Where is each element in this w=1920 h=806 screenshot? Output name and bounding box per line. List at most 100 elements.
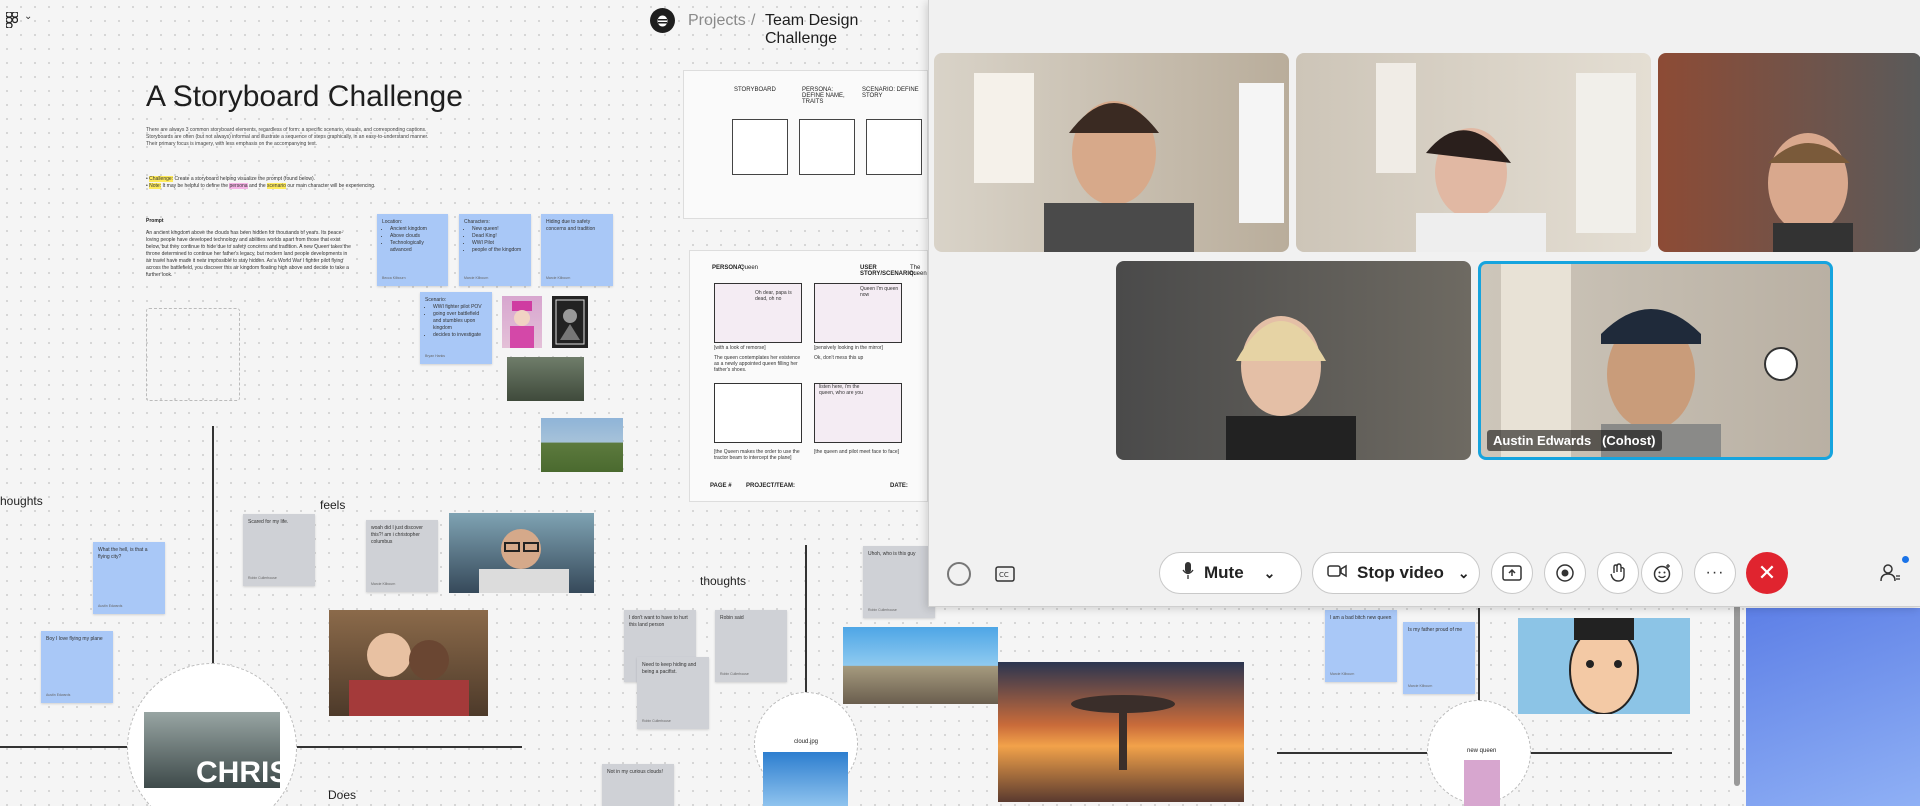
blue-frame[interactable] [1746, 608, 1920, 806]
sticky-characters[interactable]: Characters: New queen! Dead King! WWI Pi… [459, 214, 531, 286]
sticky-author: Marcie Kilbourn [1330, 672, 1355, 676]
prompt-text: An ancient kingdom above the clouds has … [146, 230, 351, 278]
sticky-author: Marcie Kilbourn [371, 582, 396, 586]
sticky-robin[interactable]: Robin said Robin Cullerhouse [715, 610, 787, 682]
sticky-item: Above clouds [390, 233, 443, 240]
canvas-scrollbar[interactable] [1734, 600, 1740, 786]
image-placeholder[interactable] [146, 308, 240, 401]
pilot-plane-photo[interactable] [507, 357, 584, 401]
queen-photo[interactable] [502, 296, 542, 348]
participant-tile-active-speaker[interactable]: Austin Edwards (Cohost) [1478, 261, 1833, 460]
participants-button[interactable] [1869, 552, 1911, 594]
more-options-button[interactable]: ··· [1694, 552, 1736, 594]
pier-photo[interactable] [843, 627, 998, 704]
storyboard-frame: Queen I'm queen now [814, 283, 902, 343]
chris-photo[interactable]: CHRIS [144, 712, 280, 788]
scared-couple-photo[interactable] [329, 610, 488, 716]
microphone-icon [1182, 561, 1194, 585]
raise-hand-button[interactable] [1597, 552, 1639, 594]
sticky-discover[interactable]: woah did I just discover this?! am i chr… [366, 520, 438, 592]
captions-icon[interactable]: CC [991, 560, 1019, 588]
sticky-item: people of the kingdom [472, 247, 526, 254]
note-label: Note: [149, 183, 162, 189]
figma-logo-icon[interactable] [5, 11, 19, 29]
sticky-flying-city[interactable]: What the hell, is that a flying city? Au… [93, 542, 165, 614]
sticky-item: Technologically advanced [390, 240, 443, 254]
cloud-city-photo[interactable] [998, 662, 1244, 802]
persona-value: Queen [740, 265, 759, 271]
chris-label: CHRIS [196, 756, 280, 788]
sticky-title: Location: [382, 219, 403, 225]
sticky-text: Hiding due to safety concerns and tradit… [546, 219, 596, 232]
frame-caption: The queen contemplates her existence as … [714, 355, 801, 373]
sticky-author: Austin Edwards [46, 693, 71, 697]
date-label: DATE: [890, 483, 908, 489]
sticky-author: Marcie Kilbourn [546, 276, 571, 280]
chevron-down-icon[interactable]: ⌄ [1458, 565, 1470, 582]
participant-tile[interactable] [934, 53, 1289, 252]
participant-tile[interactable] [1296, 53, 1651, 252]
page-label: PAGE # [710, 483, 732, 489]
storyboard-frame: listen here, i'm the queen, who are you [814, 383, 902, 443]
mute-button[interactable]: Mute ⌄ [1159, 552, 1302, 594]
sticky-love-plane[interactable]: Boy I love flying my plane Austin Edward… [41, 631, 113, 703]
sticky-author: Robin Cullerhouse [868, 608, 897, 612]
chevron-down-icon[interactable]: ⌄ [24, 11, 32, 22]
notification-dot [1902, 556, 1909, 563]
participants-icon [1880, 564, 1900, 582]
prompt-heading: Prompt [146, 218, 164, 224]
glasses-man-photo[interactable] [449, 513, 594, 593]
project-label: PROJECT/TEAM: [746, 483, 796, 489]
soldiers-field-photo[interactable] [541, 418, 623, 472]
frame-caption: [pensively looking in the mirror] [814, 345, 883, 351]
cloud-photo[interactable] [763, 752, 848, 806]
note-text-1: It may be helpful to define the [162, 183, 229, 189]
leave-call-button[interactable]: ✕ [1746, 552, 1788, 594]
storyboard-queen-panel[interactable]: PERSONA: Queen USER STORY/SCENARIO: The … [689, 250, 928, 502]
record-icon [1556, 564, 1574, 582]
storyboard-example-panel[interactable]: STORYBOARD PERSONA: DEFINE NAME, TRAITS … [683, 70, 928, 219]
sticky-item: Dead King! [472, 233, 526, 240]
team-avatar-icon[interactable] [650, 8, 675, 33]
breadcrumb-file-title[interactable]: Team Design Challenge [765, 12, 928, 48]
sticky-author: Marcie Kilbourn [1408, 684, 1433, 688]
speech-bubble: Oh dear, papa is dead, oh no [755, 290, 792, 302]
sticky-bad-queen[interactable]: I am a bad bitch new queen Marcie Kilbou… [1325, 610, 1397, 682]
loading-spinner-icon [947, 562, 971, 586]
sticky-hiding-pacifist[interactable]: Need to keep hiding and being a pacifist… [637, 657, 709, 729]
doc-challenge: • Challenge: Create a storyboard helping… [146, 176, 376, 189]
sticky-father[interactable]: Is my father proud of me Marcie Kilbourn [1403, 622, 1475, 694]
sticky-uhoh[interactable]: Uhoh, who is this guy Robin Cullerhouse [863, 546, 935, 618]
sticky-hiding[interactable]: Hiding due to safety concerns and tradit… [541, 214, 613, 286]
chevron-down-icon[interactable]: ⌄ [1264, 565, 1276, 582]
stop-video-button[interactable]: Stop video ⌄ [1312, 552, 1480, 594]
record-button[interactable] [1544, 552, 1586, 594]
more-options-icon: ··· [1705, 564, 1725, 581]
sticky-location[interactable]: Location: Ancient kingdom Above clouds T… [377, 214, 448, 286]
label-thoughts: thoughts [700, 574, 747, 588]
sticky-text: woah did I just discover this?! am i chr… [371, 525, 423, 545]
participant-tile[interactable] [1116, 261, 1471, 460]
sticky-text: I don't want to have to hurt this land p… [629, 615, 688, 628]
reactions-button[interactable] [1641, 552, 1683, 594]
sketch-frame [866, 119, 922, 175]
pop-art-photo[interactable] [1518, 618, 1690, 714]
breadcrumb-separator: / [751, 12, 756, 29]
sticky-scenario[interactable]: Scenario: WWI fighter pilot POV going ov… [420, 292, 492, 364]
stop-video-label: Stop video [1357, 563, 1444, 582]
sticky-text: Boy I love flying my plane [46, 636, 103, 642]
participant-tile[interactable] [1658, 53, 1920, 252]
woodcut-photo[interactable] [552, 296, 588, 348]
breadcrumb-projects[interactable]: Projects [688, 12, 746, 30]
new-queen-photo[interactable] [1464, 760, 1500, 806]
sticky-item: WWI Pilot [472, 240, 526, 247]
share-screen-button[interactable] [1491, 552, 1533, 594]
sticky-curious[interactable]: Not in my curious clouds! [602, 764, 674, 806]
speech-bubble: Queen I'm queen now [860, 286, 899, 298]
sticky-text: Robin said [720, 615, 744, 621]
video-call-window[interactable]: Austin Edwards (Cohost) CC Mute ⌄ Stop v… [928, 0, 1920, 607]
challenge-label: Challenge: [149, 176, 174, 182]
note-text-2: and the [248, 183, 266, 189]
sticky-scared[interactable]: Scared for my life. Robin Cullerhouse [243, 514, 315, 586]
close-icon: ✕ [1757, 560, 1777, 585]
